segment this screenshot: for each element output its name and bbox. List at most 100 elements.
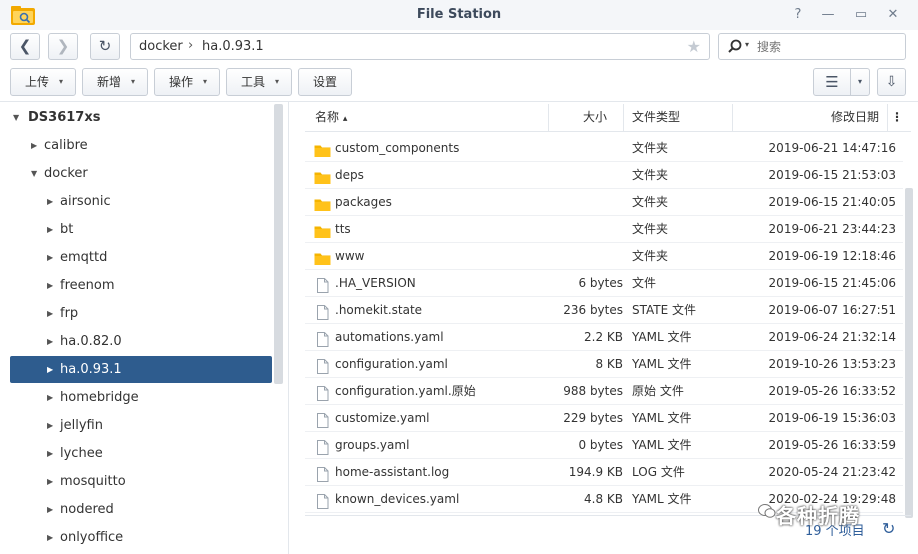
file-row[interactable]: tts 文件夹 2019-06-21 23:44:23	[305, 216, 903, 243]
tree-item-label: bt	[60, 222, 74, 237]
maximize-button[interactable]: ▭	[851, 6, 871, 24]
minimize-button[interactable]: —	[818, 6, 838, 24]
collapsed-arrow-icon[interactable]: ▶	[47, 496, 53, 523]
tree-item-airsonic[interactable]: ▶ airsonic	[10, 188, 272, 215]
favorite-star-icon[interactable]: ★	[687, 37, 701, 56]
file-row[interactable]: deps 文件夹 2019-06-15 21:53:03	[305, 162, 903, 189]
tree-item-onlyoffice[interactable]: ▶ onlyoffice	[10, 524, 272, 551]
file-size: 194.9 KB	[568, 465, 623, 479]
tree-item-label: nodered	[60, 502, 114, 517]
file-row[interactable]: groups.yaml 0 bytes YAML 文件 2019-05-26 16:3…	[305, 432, 903, 459]
file-name: configuration.yaml.原始	[335, 384, 476, 398]
file-list[interactable]: 名称 ▴ 大小 文件类型 修改日期 ⋮ custom_components 文件夹…	[305, 104, 913, 554]
list-view-button[interactable]: ☰	[813, 68, 851, 96]
collapsed-arrow-icon[interactable]: ▶	[47, 440, 53, 467]
collapsed-arrow-icon[interactable]: ▶	[47, 216, 53, 243]
back-button[interactable]: ❮	[10, 33, 40, 60]
window-title: File Station	[416, 7, 502, 22]
file-row[interactable]: configuration.yaml 8 KB YAML 文件 2019-10-26 …	[305, 351, 903, 378]
file-row[interactable]: www 文件夹 2019-06-19 12:18:46	[305, 243, 903, 270]
tree-item-label: airsonic	[60, 194, 111, 209]
sort-ascending-icon: ▴	[342, 114, 348, 124]
column-header-modified[interactable]: 修改日期	[733, 104, 888, 131]
path-segment-current[interactable]: ha.0.93.1	[202, 39, 264, 54]
tree-item-calibre[interactable]: ▶ calibre	[10, 132, 272, 159]
expanded-arrow-icon[interactable]: ▼	[13, 104, 19, 131]
tree-item-docker[interactable]: ▼ docker	[10, 160, 272, 187]
collapsed-arrow-icon[interactable]: ▶	[47, 412, 53, 439]
collapsed-arrow-icon[interactable]: ▶	[47, 188, 53, 215]
search-icon[interactable]	[728, 39, 742, 53]
tree-root-label: DS3617xs	[28, 110, 101, 125]
file-type: YAML 文件	[632, 357, 692, 371]
collapsed-arrow-icon[interactable]: ▶	[47, 468, 53, 495]
file-name: packages	[335, 195, 392, 209]
file-row[interactable]: home-assistant.log 194.9 KB LOG 文件 2020-05-…	[305, 459, 903, 486]
tree-item-nodered[interactable]: ▶ nodered	[10, 496, 272, 523]
folder-tree[interactable]: ▼ DS3617xs ▶ calibre ▼ docker ▶ airsonic ▶ bt ▶ e…	[0, 102, 288, 554]
tree-item-emqttd[interactable]: ▶ emqttd	[10, 244, 272, 271]
tree-item-jellyfin[interactable]: ▶ jellyfin	[10, 412, 272, 439]
file-row[interactable]: .HA_VERSION 6 bytes 文件 2019-06-15 21:45:06	[305, 270, 903, 297]
back-icon: ❮	[18, 37, 32, 55]
pane-divider[interactable]	[288, 102, 289, 554]
file-row[interactable]: .homekit.state 236 bytes STATE 文件 2019-06-0…	[305, 297, 903, 324]
tree-item-ha-0-93-1[interactable]: ▶ ha.0.93.1	[10, 356, 272, 383]
collapsed-arrow-icon[interactable]: ▶	[31, 132, 37, 159]
path-bar[interactable]: docker › ha.0.93.1 ★	[130, 33, 710, 60]
collapsed-arrow-icon[interactable]: ▶	[47, 356, 53, 383]
collapsed-arrow-icon[interactable]: ▶	[47, 300, 53, 327]
file-modified: 2019-10-26 13:53:23	[768, 357, 896, 371]
collapsed-arrow-icon[interactable]: ▶	[47, 244, 53, 271]
title-bar: File Station ? — ▭ ✕	[0, 0, 918, 30]
action-button[interactable]: 操作 ▾	[154, 68, 220, 96]
file-type: 文件夹	[632, 168, 669, 182]
file-row[interactable]: custom_components 文件夹 2019-06-21 14:47:16	[305, 135, 903, 162]
file-name: configuration.yaml	[335, 357, 448, 371]
tree-item-bt[interactable]: ▶ bt	[10, 216, 272, 243]
help-button[interactable]: ?	[788, 6, 808, 24]
file-row[interactable]: configuration.yaml.原始 988 bytes 原始 文件 2019-…	[305, 378, 903, 405]
file-size: 229 bytes	[563, 411, 623, 425]
collapsed-arrow-icon[interactable]: ▶	[47, 328, 53, 355]
sidebar-scrollbar[interactable]	[274, 104, 283, 384]
tree-item-ha-0-82-0[interactable]: ▶ ha.0.82.0	[10, 328, 272, 355]
tools-button[interactable]: 工具 ▾	[226, 68, 292, 96]
column-header-size[interactable]: 大小	[549, 104, 624, 131]
file-row[interactable]: customize.yaml 229 bytes YAML 文件 2019-06-19…	[305, 405, 903, 432]
collapsed-arrow-icon[interactable]: ▶	[47, 524, 53, 551]
sort-button[interactable]: ⇩	[877, 68, 906, 96]
tree-item-mosquitto[interactable]: ▶ mosquitto	[10, 468, 272, 495]
create-label: 新增	[97, 75, 122, 89]
tree-item-freenom[interactable]: ▶ freenom	[10, 272, 272, 299]
collapsed-arrow-icon[interactable]: ▶	[47, 272, 53, 299]
view-options-dropdown[interactable]: ▾	[850, 68, 870, 96]
upload-button[interactable]: 上传 ▾	[10, 68, 76, 96]
search-box[interactable]: ▾	[718, 33, 906, 60]
column-header-name[interactable]: 名称 ▴	[305, 104, 549, 131]
file-list-scrollbar[interactable]	[905, 188, 913, 518]
search-options-caret-icon[interactable]: ▾	[745, 40, 749, 49]
close-button[interactable]: ✕	[883, 6, 903, 24]
tree-root[interactable]: ▼ DS3617xs	[10, 104, 272, 131]
file-row[interactable]: packages 文件夹 2019-06-15 21:40:05	[305, 189, 903, 216]
search-input[interactable]	[757, 38, 897, 56]
tree-item-lychee[interactable]: ▶ lychee	[10, 440, 272, 467]
tree-item-label: lychee	[60, 446, 103, 461]
column-menu-icon[interactable]: ⋮	[890, 104, 904, 131]
expanded-arrow-icon[interactable]: ▼	[31, 160, 37, 187]
chevron-down-icon: ▾	[58, 77, 63, 86]
column-header-type[interactable]: 文件类型	[624, 104, 733, 131]
collapsed-arrow-icon[interactable]: ▶	[47, 384, 53, 411]
tree-item-homebridge[interactable]: ▶ homebridge	[10, 384, 272, 411]
settings-button[interactable]: 设置	[298, 68, 352, 96]
file-row[interactable]: automations.yaml 2.2 KB YAML 文件 2019-06-24 …	[305, 324, 903, 351]
create-button[interactable]: 新增 ▾	[82, 68, 148, 96]
file-icon	[314, 330, 331, 347]
tree-item-frp[interactable]: ▶ frp	[10, 300, 272, 327]
path-segment-docker[interactable]: docker	[139, 39, 183, 54]
folder-icon	[314, 141, 331, 157]
forward-button[interactable]: ❯	[48, 33, 78, 60]
refresh-button[interactable]: ↻	[90, 33, 120, 60]
file-size: 0 bytes	[578, 438, 623, 452]
